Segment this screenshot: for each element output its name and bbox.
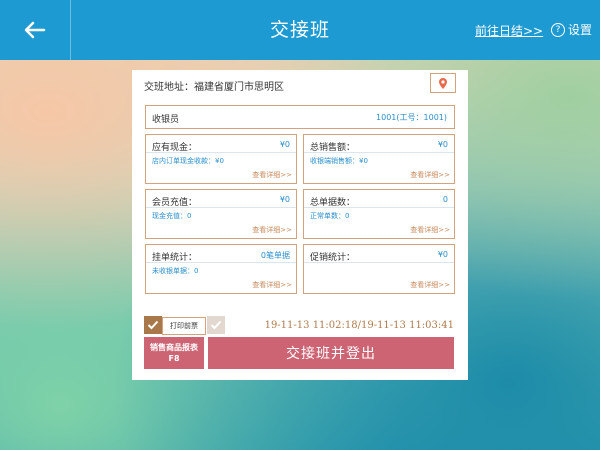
card-total-sales[interactable]: 总销售额： ¥0 收银端销售额：¥0 查看详细>> [303,134,455,184]
divider [146,152,296,153]
card-member-recharge[interactable]: 会员充值： ¥0 现金充值：0 查看详细>> [145,189,297,239]
card-sub: 正常单数：0 [310,212,350,220]
print-receipt-label[interactable]: 打印前票 [162,317,206,335]
top-bar: 交接班 前往日结>> ? 设置 [0,0,600,60]
go-to-daily-settlement-link[interactable]: 前往日结>> [475,22,543,39]
settings-button[interactable]: ? 设置 [551,21,592,38]
card-value: 0 [442,195,448,204]
view-details-link[interactable]: 查看详细>> [252,225,292,235]
location-button[interactable] [430,73,456,93]
shift-address: 交班地址：福建省厦门市思明区 [144,82,284,93]
card-total-orders[interactable]: 总单据数： 0 正常单数：0 查看详细>> [303,189,455,239]
card-promotion-stats[interactable]: 促销统计： ¥0 查看详细>> [303,244,455,294]
card-value: ¥0 [437,250,448,259]
settings-label: 设置 [568,23,593,37]
map-pin-icon [439,77,447,89]
sales-report-button[interactable]: 销售商品报表 F8 [144,337,204,369]
view-details-link[interactable]: 查看详细>> [410,280,450,290]
cashier-label: 收银员 [152,115,180,125]
view-details-link[interactable]: 查看详细>> [252,170,292,180]
card-value: ¥0 [279,195,290,204]
arrow-left-icon [24,21,46,39]
view-details-link[interactable]: 查看详细>> [252,280,292,290]
handover-logout-button[interactable]: 交接班并登出 [208,337,454,369]
print-receipt-checkbox[interactable] [144,316,162,334]
view-details-link[interactable]: 查看详细>> [410,170,450,180]
check-icon [210,320,222,330]
card-sub: 未收银单据：0 [152,267,199,275]
divider [304,152,454,153]
back-button[interactable] [0,0,71,60]
help-circle-icon: ? [551,22,565,37]
view-details-link[interactable]: 查看详细>> [410,225,450,235]
check-icon [147,320,159,330]
card-value: ¥0 [279,140,290,149]
card-sub: 收银端销售额：¥0 [310,157,368,165]
divider [146,207,296,208]
card-expected-cash[interactable]: 应有现金： ¥0 店内订单现金收款：¥0 查看详细>> [145,134,297,184]
divider [304,207,454,208]
sales-report-label: 销售商品报表 [150,343,198,352]
card-pending-orders[interactable]: 挂单统计： 0笔单据 未收银单据：0 查看详细>> [145,244,297,294]
card-sub: 现金充值：0 [152,212,192,220]
shift-handover-panel: 交班地址：福建省厦门市思明区 收银员 1001(工号：1001) 应有现金： ¥… [132,70,468,380]
card-value: 0笔单据 [260,251,290,260]
card-value: ¥0 [437,140,448,149]
option-checkbox[interactable] [207,316,225,334]
divider [304,262,454,263]
card-sub: 店内订单现金收款：¥0 [152,157,224,165]
divider [146,262,296,263]
shift-time-range: 19-11-13 11:02:18/19-11-13 11:03:41 [264,320,454,331]
cashier-row[interactable]: 收银员 1001(工号：1001) [145,105,455,129]
sales-report-shortcut: F8 [168,354,180,363]
cashier-value: 1001(工号：1001) [376,113,447,122]
